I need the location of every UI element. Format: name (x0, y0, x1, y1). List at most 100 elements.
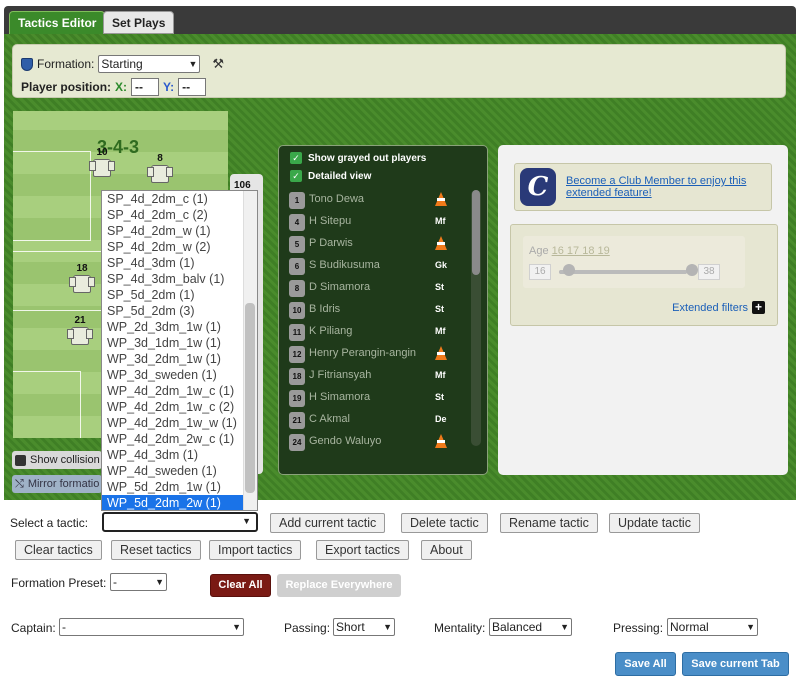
tactic-option[interactable]: WP_4d_2dm_1w_c (1) (102, 383, 257, 399)
clear-all-button[interactable]: Clear All (210, 574, 271, 597)
rename-tactic-button[interactable]: Rename tactic (500, 513, 598, 533)
clear-tactics-button[interactable]: Clear tactics (15, 540, 102, 560)
tactic-option[interactable]: WP_4d_2dm_1w_w (1) (102, 415, 257, 431)
chevron-down-icon: ▼ (383, 622, 392, 632)
mentality-select[interactable]: Balanced ▼ (489, 618, 572, 636)
detailed-view-toggle[interactable]: ✓ Detailed view (290, 170, 371, 182)
pressing-label: Pressing: (613, 621, 664, 635)
chevron-down-icon: ▼ (746, 622, 755, 632)
player-row[interactable]: 19 H Simamora St (287, 388, 467, 410)
save-all-button[interactable]: Save All (615, 652, 676, 676)
tactic-option[interactable]: SP_4d_3dm (1) (102, 255, 257, 271)
player-row[interactable]: 4 H Sitepu Mf (287, 212, 467, 234)
lower-box (13, 371, 81, 438)
mirror-formation-button[interactable]: ⤭ Mirror formatio (12, 475, 102, 493)
passing-select[interactable]: Short ▼ (333, 618, 395, 636)
tactic-option[interactable]: WP_4d_sweden (1) (102, 463, 257, 479)
passing-label: Passing: (284, 621, 331, 635)
tactic-select[interactable]: ▼ (102, 512, 258, 532)
plus-icon: + (752, 301, 765, 314)
age-slider-max-handle[interactable] (686, 264, 698, 276)
reset-tactics-button[interactable]: Reset tactics (111, 540, 201, 560)
tactic-option[interactable]: WP_3d_sweden (1) (102, 367, 257, 383)
tactic-dropdown-list[interactable]: SP_4d_2dm_c (1) SP_4d_2dm_c (2) SP_4d_2dm_… (101, 190, 258, 511)
tactic-option[interactable]: SP_4d_2dm_c (1) (102, 191, 257, 207)
tactic-option[interactable]: SP_4d_2dm_w (1) (102, 223, 257, 239)
age-max-input[interactable]: 38 (698, 264, 720, 280)
tactic-option[interactable]: WP_3d_1dm_1w (1) (102, 335, 257, 351)
player-row[interactable]: 10 B Idris St (287, 300, 467, 322)
checkbox-icon (15, 454, 26, 466)
player-row[interactable]: 24 Gendo Waluyo (287, 432, 467, 454)
save-current-tab-button[interactable]: Save current Tab (682, 652, 789, 676)
tactic-option[interactable]: SP_5d_2dm (3) (102, 303, 257, 319)
player-position: St (435, 282, 444, 292)
player-row[interactable]: 8 D Simamora St (287, 278, 467, 300)
chevron-down-icon: ▼ (560, 622, 569, 632)
import-tactics-button[interactable]: Import tactics (209, 540, 302, 560)
delete-tactic-button[interactable]: Delete tactic (401, 513, 488, 533)
player-name: D Simamora (309, 281, 371, 293)
chevron-down-icon: ▼ (232, 622, 241, 632)
club-member-link[interactable]: Become a Club Member to enjoy this exten… (566, 175, 766, 199)
update-tactic-button[interactable]: Update tactic (609, 513, 700, 533)
tactic-option[interactable]: SP_4d_2dm_c (2) (102, 207, 257, 223)
age-filter-box: Age 16 17 18 19 16 38 Extended filters + (510, 224, 778, 326)
pitch-player[interactable]: 21 (67, 315, 93, 347)
player-row[interactable]: 5 P Darwis (287, 234, 467, 256)
tactic-option[interactable]: SP_4d_3dm_balv (1) (102, 271, 257, 287)
x-position-input[interactable]: -- (131, 78, 160, 96)
about-button[interactable]: About (421, 540, 472, 560)
player-row[interactable]: 1 Tono Dewa (287, 190, 467, 212)
shield-icon (21, 57, 33, 71)
tactic-option[interactable]: WP_4d_2dm_2w_c (1) (102, 431, 257, 447)
player-row[interactable]: 18 J Fitriansyah Mf (287, 366, 467, 388)
chevron-down-icon: ▼ (242, 516, 251, 526)
player-row[interactable]: 11 K Piliang Mf (287, 322, 467, 344)
player-shirt-icon: 19 (289, 390, 305, 407)
age-min-input[interactable]: 16 (529, 264, 551, 280)
player-row[interactable]: 6 S Budikusuma Gk (287, 256, 467, 278)
age-slider[interactable] (559, 270, 687, 274)
dropdown-scrollbar[interactable] (243, 191, 257, 510)
formation-select[interactable]: Starting ▼ (98, 55, 201, 73)
tactic-option[interactable]: WP_4d_3dm (1) (102, 447, 257, 463)
tactic-option[interactable]: WP_4d_2dm_1w_c (2) (102, 399, 257, 415)
tactic-option[interactable]: WP_5d_2dm_2w (1) (102, 495, 257, 510)
formation-label: Formation: (37, 57, 95, 71)
player-row[interactable]: 21 C Akmal De (287, 410, 467, 432)
show-grayed-toggle[interactable]: ✓ Show grayed out players (290, 152, 426, 164)
pitch-player[interactable]: 10 (89, 147, 115, 179)
y-position-input[interactable]: -- (178, 78, 207, 96)
formation-preset-select[interactable]: - ▼ (110, 573, 167, 591)
tactic-option[interactable]: SP_5d_2dm (1) (102, 287, 257, 303)
formation-preset-label: Formation Preset: (11, 576, 107, 590)
select-tactic-label: Select a tactic: (10, 516, 89, 530)
player-shirt-icon: 1 (289, 192, 305, 209)
tactic-option[interactable]: SP_4d_2dm_w (2) (102, 239, 257, 255)
player-list-scrollbar[interactable] (471, 190, 481, 446)
club-member-banner: C Become a Club Member to enjoy this ext… (514, 163, 772, 211)
penalty-box (13, 151, 91, 241)
add-current-tactic-button[interactable]: Add current tactic (270, 513, 386, 533)
tab-tactics-editor[interactable]: Tactics Editor (9, 11, 106, 34)
pressing-select[interactable]: Normal ▼ (667, 618, 758, 636)
tab-set-plays[interactable]: Set Plays (103, 11, 175, 34)
tactic-option[interactable]: WP_3d_2dm_1w (1) (102, 351, 257, 367)
tactic-option[interactable]: WP_2d_3dm_1w (1) (102, 319, 257, 335)
show-collision-toggle[interactable]: Show collision (12, 451, 102, 469)
tab-bar: Tactics Editor Set Plays (4, 6, 796, 34)
player-name: Gendo Waluyo (309, 435, 382, 447)
players-panel: ✓ Show grayed out players ✓ Detailed view … (278, 145, 488, 475)
extended-filters-link[interactable]: Extended filters + (672, 301, 765, 314)
pitch-player[interactable]: 8 (147, 153, 173, 185)
age-ticks[interactable]: 16 17 18 19 (552, 245, 610, 257)
captain-select[interactable]: - ▼ (59, 618, 244, 636)
age-slider-min-handle[interactable] (563, 264, 575, 276)
pitch-player[interactable]: 18 (69, 263, 95, 295)
replace-everywhere-button[interactable]: Replace Everywhere (277, 574, 401, 597)
export-tactics-button[interactable]: Export tactics (316, 540, 410, 560)
player-row[interactable]: 12 Henry Perangin-angin (287, 344, 467, 366)
swap-tool-icon[interactable]: ⚒ (212, 57, 226, 71)
tactic-option[interactable]: WP_5d_2dm_1w (1) (102, 479, 257, 495)
